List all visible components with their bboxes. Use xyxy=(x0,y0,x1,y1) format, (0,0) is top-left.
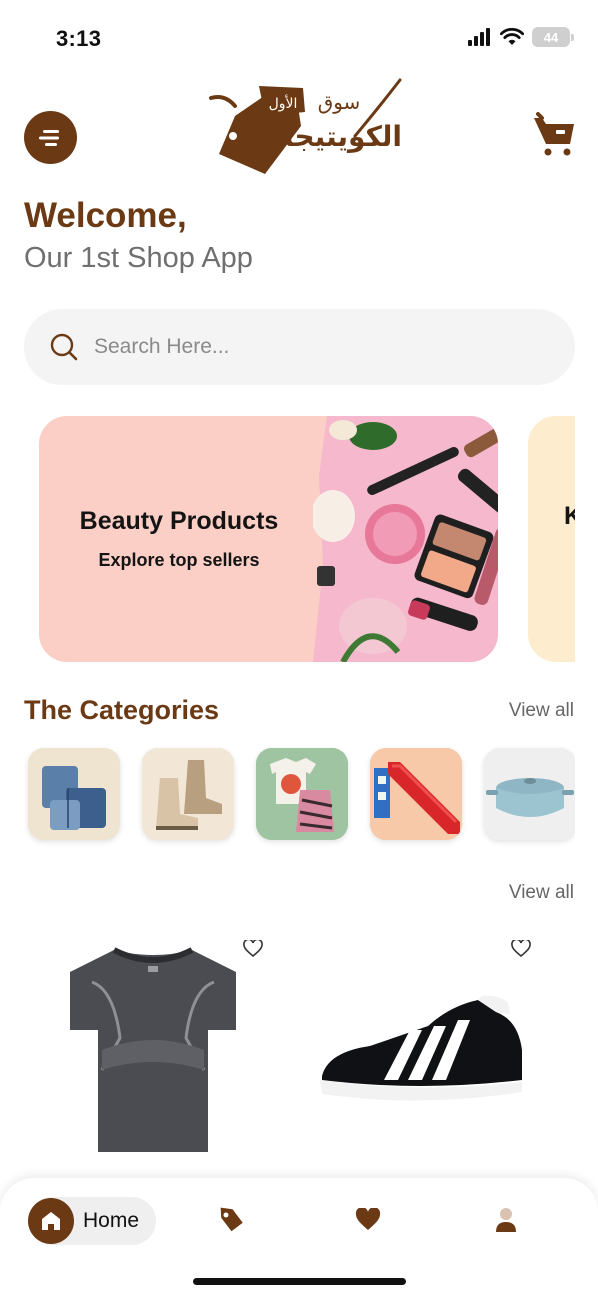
categories-list[interactable] xyxy=(24,742,575,848)
logo-graphic: الأول سوق الكويتيجا xyxy=(209,78,402,174)
product-card-sneaker[interactable] xyxy=(300,930,570,1170)
welcome-title: Welcome, xyxy=(24,196,187,235)
home-icon xyxy=(42,1212,60,1230)
banner-next[interactable]: K xyxy=(528,416,575,662)
tshirt-image xyxy=(70,947,236,1152)
tops-image xyxy=(256,748,348,840)
tag-icon xyxy=(220,1207,243,1232)
home-icon-wrap xyxy=(28,1198,74,1244)
categories-view-all-link[interactable]: View all xyxy=(509,700,574,722)
banner-carousel[interactable]: Beauty Products Explore top sellers K xyxy=(0,416,575,662)
banner-subtitle: Explore top sellers xyxy=(98,550,260,570)
products-view-all-link[interactable]: View all xyxy=(509,882,574,904)
svg-text:الأول: الأول xyxy=(269,94,298,112)
nav-home-label: Home xyxy=(83,1209,140,1232)
status-bar: 3:13 44 xyxy=(0,0,598,72)
banner-title: Beauty Products xyxy=(79,507,279,535)
search-bar[interactable] xyxy=(24,309,575,385)
category-item-toys[interactable] xyxy=(370,748,462,840)
svg-text:سوق: سوق xyxy=(318,90,361,114)
menu-icon xyxy=(38,129,59,146)
bottom-navigation: Home xyxy=(0,1178,598,1300)
category-item-tops[interactable] xyxy=(256,748,348,840)
battery-icon: 44 xyxy=(532,27,574,47)
welcome-subtitle: Our 1st Shop App xyxy=(24,242,253,274)
banner-next-title: K xyxy=(564,502,575,530)
category-item-jeans[interactable] xyxy=(28,748,120,840)
cart-icon xyxy=(534,112,574,156)
search-input[interactable] xyxy=(94,335,514,359)
category-item-boots[interactable] xyxy=(142,748,234,840)
cookware-pot-image xyxy=(484,748,575,840)
sneaker-image xyxy=(320,995,522,1101)
status-icons: 44 xyxy=(468,27,574,47)
search-icon xyxy=(50,333,78,361)
nav-home-tab[interactable]: Home xyxy=(28,1197,156,1245)
jeans-image xyxy=(28,748,120,840)
user-icon xyxy=(496,1208,516,1232)
nav-tags-tab[interactable] xyxy=(210,1200,250,1240)
app-logo: الأول سوق الكويتيجا xyxy=(205,76,405,188)
nav-favorites-tab[interactable] xyxy=(348,1200,388,1240)
cart-button[interactable] xyxy=(532,112,576,158)
status-time: 3:13 xyxy=(56,26,102,51)
menu-button[interactable] xyxy=(24,111,77,164)
nav-profile-tab[interactable] xyxy=(486,1200,526,1240)
boots-image xyxy=(142,748,234,840)
battery-level: 44 xyxy=(543,29,559,45)
cosmetics-image xyxy=(313,416,498,662)
slide-toy-image xyxy=(370,748,462,840)
svg-text:الكويتيجا: الكويتيجا xyxy=(284,120,402,153)
banner-text: Beauty Products Explore top sellers xyxy=(39,416,319,662)
cellular-signal-icon xyxy=(468,28,490,46)
heart-icon xyxy=(355,1208,381,1230)
home-indicator xyxy=(193,1278,406,1285)
banner-beauty-products[interactable]: Beauty Products Explore top sellers xyxy=(39,416,498,662)
categories-title: The Categories xyxy=(24,695,220,725)
wifi-icon xyxy=(500,28,524,45)
product-card-tshirt[interactable] xyxy=(18,930,288,1170)
category-item-cookware[interactable] xyxy=(484,748,575,840)
